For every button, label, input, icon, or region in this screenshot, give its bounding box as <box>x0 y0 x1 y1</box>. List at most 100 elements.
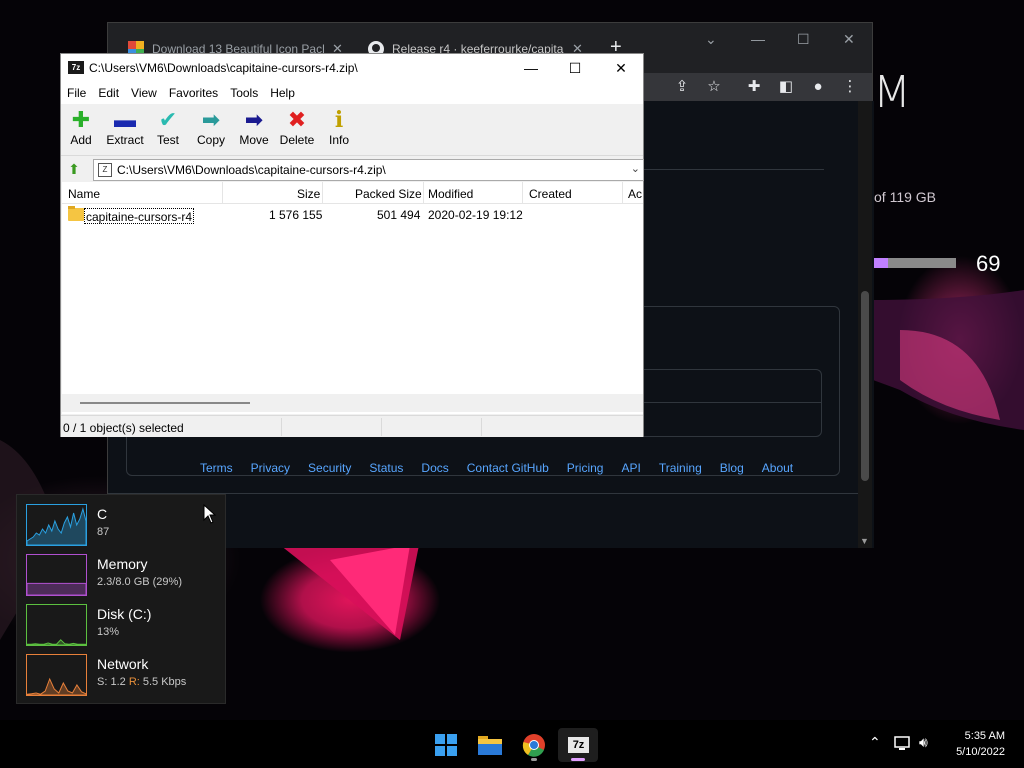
perf-cpu[interactable]: C 87 <box>26 504 226 546</box>
scrollbar-thumb[interactable] <box>861 291 869 481</box>
memory-value: 2.3/8.0 GB (29%) <box>97 576 182 588</box>
scroll-down-icon[interactable]: ▼ <box>860 536 869 546</box>
extensions-puzzle-icon[interactable]: ✚ <box>744 77 764 97</box>
footer-link[interactable]: API <box>621 461 640 475</box>
memory-name: Memory <box>97 556 148 572</box>
footer-link[interactable]: About <box>762 461 793 475</box>
column-name[interactable]: Name <box>68 187 100 201</box>
chrome-menu-icon[interactable]: ⋮ <box>840 77 860 97</box>
column-accessed[interactable]: Ac <box>628 187 642 201</box>
clock-date: 5/10/2022 <box>956 746 1005 758</box>
start-button[interactable] <box>426 728 466 762</box>
column-created[interactable]: Created <box>529 187 572 201</box>
up-folder-icon[interactable]: ⬆ <box>65 160 83 178</box>
windows-logo-icon <box>435 734 457 756</box>
bookmark-star-icon[interactable]: ☆ <box>704 77 724 97</box>
minimize-icon[interactable]: — <box>516 58 546 78</box>
menu-favorites[interactable]: Favorites <box>163 82 224 104</box>
info-button[interactable]: i Info <box>317 108 361 154</box>
row-modified: 2020-02-19 19:12 <box>428 208 523 222</box>
perf-memory[interactable]: Memory 2.3/8.0 GB (29%) <box>26 554 226 596</box>
checkmark-icon: ✔ <box>158 107 178 132</box>
disk-name: Disk (C:) <box>97 606 152 622</box>
add-button[interactable]: ✚ Add <box>59 108 103 154</box>
tab-search-icon[interactable]: ⌄ <box>705 31 717 48</box>
column-packed-size[interactable]: Packed Size <box>355 187 422 201</box>
maximize-icon[interactable]: ☐ <box>797 31 810 48</box>
network-icon[interactable] <box>894 735 912 751</box>
network-value: S: 1.2 R: 5.5 Kbps <box>97 676 186 688</box>
title-bar[interactable]: 7z C:\Users\VM6\Downloads\capitaine-curs… <box>61 54 643 82</box>
network-sent: S: 1.2 <box>97 676 126 688</box>
chrome-taskbar-button[interactable] <box>514 728 554 762</box>
share-icon[interactable]: ⇪ <box>672 77 692 97</box>
footer-link[interactable]: Contact GitHub <box>467 461 549 475</box>
scrollbar-thumb[interactable] <box>80 402 250 404</box>
column-size[interactable]: Size <box>297 187 320 201</box>
file-explorer-button[interactable] <box>470 728 510 762</box>
footer-link[interactable]: Security <box>308 461 351 475</box>
footer-link[interactable]: Training <box>659 461 702 475</box>
test-button[interactable]: ✔ Test <box>146 108 190 154</box>
status-text: 0 / 1 object(s) selected <box>63 421 184 435</box>
mouse-pointer-icon <box>203 504 217 524</box>
toolbar: ✚ Add ▬ Extract ✔ Test ➡ Copy ➡ Move ✖ D… <box>61 104 643 156</box>
menu-file[interactable]: File <box>61 82 92 104</box>
sevenzip-taskbar-button[interactable]: 7z <box>558 728 598 762</box>
horizontal-scrollbar[interactable] <box>62 394 643 412</box>
taskbar: 7z ⌃ 🔊︎ 5:35 AM 5/10/2022 <box>0 720 1024 768</box>
footer-link[interactable]: Blog <box>720 461 744 475</box>
active-indicator <box>571 758 585 761</box>
settings-window-peek: M of 119 GB 69 <box>873 22 1024 297</box>
minimize-icon[interactable]: — <box>751 31 765 47</box>
performance-widget[interactable]: C 87 Memory 2.3/8.0 GB (29%) Disk (C:) 1… <box>16 494 226 704</box>
close-icon[interactable]: ✕ <box>606 58 636 78</box>
move-button[interactable]: ➡ Move <box>232 108 276 154</box>
extract-label: Extract <box>106 133 144 147</box>
show-hidden-icons-chevron-icon[interactable]: ⌃ <box>869 734 881 751</box>
memory-graph <box>26 554 87 596</box>
sevenzip-app-icon: 7z <box>68 61 84 74</box>
menu-help[interactable]: Help <box>264 82 301 104</box>
file-list[interactable]: Name Size Packed Size Modified Created A… <box>62 182 643 414</box>
address-row: ⬆ Z C:\Users\VM6\Downloads\capitaine-cur… <box>61 157 644 181</box>
column-headers: Name Size Packed Size Modified Created A… <box>62 182 643 204</box>
storage-number: 69 <box>976 251 1001 276</box>
info-label: Info <box>328 133 349 147</box>
page-scrollbar[interactable]: ▼ <box>858 101 872 548</box>
folder-icon <box>478 736 502 755</box>
footer-link[interactable]: Terms <box>200 461 233 475</box>
storage-usage-bar <box>873 258 956 268</box>
menu-view[interactable]: View <box>125 82 163 104</box>
perf-disk[interactable]: Disk (C:) 13% <box>26 604 226 646</box>
network-recv: 5.5 Kbps <box>142 676 187 688</box>
network-graph <box>26 654 87 696</box>
extract-button[interactable]: ▬ Extract <box>103 108 147 154</box>
side-panel-icon[interactable]: ◧ <box>776 77 796 97</box>
footer-link[interactable]: Privacy <box>251 461 290 475</box>
address-combobox[interactable]: Z C:\Users\VM6\Downloads\capitaine-curso… <box>93 159 644 181</box>
storage-total-text: of 119 GB <box>874 189 937 205</box>
menu-edit[interactable]: Edit <box>92 82 125 104</box>
delete-button[interactable]: ✖ Delete <box>275 108 319 154</box>
close-icon[interactable]: ✕ <box>843 31 855 48</box>
system-clock[interactable]: 5:35 AM 5/10/2022 <box>956 728 1005 760</box>
copy-label: Copy <box>196 133 225 147</box>
perf-network[interactable]: Network S: 1.2 R: 5.5 Kbps <box>26 654 226 696</box>
delete-x-icon: ✖ <box>287 107 307 132</box>
table-row[interactable]: capitaine-cursors-r4 1 576 155 501 494 2… <box>62 206 643 224</box>
maximize-icon[interactable]: ☐ <box>560 58 590 78</box>
profile-icon[interactable]: ● <box>808 77 828 97</box>
copy-button[interactable]: ➡ Copy <box>189 108 233 154</box>
footer-link[interactable]: Docs <box>421 461 448 475</box>
column-modified[interactable]: Modified <box>428 187 473 201</box>
sevenzip-window[interactable]: 7z C:\Users\VM6\Downloads\capitaine-curs… <box>60 53 644 437</box>
copy-arrow-icon: ➡ <box>201 107 221 132</box>
cpu-value: 87 <box>97 526 110 538</box>
volume-icon[interactable]: 🔊︎ <box>919 734 928 751</box>
chevron-down-icon[interactable]: ⌄ <box>631 162 640 175</box>
footer-link[interactable]: Pricing <box>567 461 604 475</box>
minus-icon: ▬ <box>114 107 136 132</box>
menu-tools[interactable]: Tools <box>224 82 264 104</box>
footer-link[interactable]: Status <box>369 461 403 475</box>
